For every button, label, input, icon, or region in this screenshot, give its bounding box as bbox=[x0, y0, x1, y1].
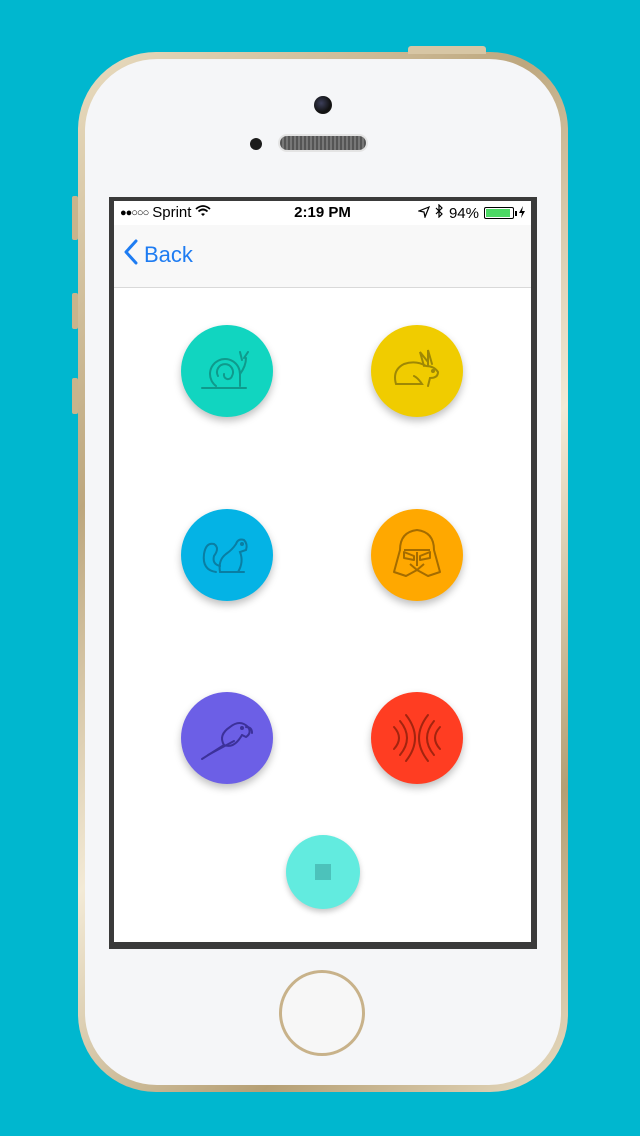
stop-icon bbox=[315, 864, 331, 880]
volume-up-button bbox=[72, 293, 78, 329]
volume-down-button bbox=[72, 378, 78, 414]
snail-icon bbox=[201, 351, 249, 389]
navigation-bar: Back bbox=[114, 225, 531, 288]
back-button[interactable]: Back bbox=[124, 239, 193, 271]
screen-bezel: ●●○○○ Sprint 2:19 PM 94% Back bbox=[109, 197, 537, 949]
chevron-left-icon bbox=[124, 239, 138, 271]
rabbit-icon bbox=[394, 349, 440, 387]
battery-icon bbox=[484, 207, 517, 219]
front-camera bbox=[314, 96, 332, 114]
app-screen: ●●○○○ Sprint 2:19 PM 94% Back bbox=[114, 201, 531, 942]
power-button bbox=[408, 46, 486, 54]
echo-icon bbox=[393, 714, 441, 762]
stop-button[interactable] bbox=[286, 835, 360, 909]
parrot-icon bbox=[201, 722, 253, 760]
rabbit-button[interactable] bbox=[371, 325, 463, 417]
mute-switch bbox=[72, 196, 78, 240]
earpiece-speaker bbox=[280, 136, 366, 150]
status-bar: ●●○○○ Sprint 2:19 PM 94% bbox=[114, 201, 531, 225]
home-button bbox=[279, 970, 365, 1056]
proximity-sensor bbox=[250, 138, 262, 150]
bluetooth-icon bbox=[435, 203, 444, 222]
snail-button[interactable] bbox=[181, 325, 273, 417]
battery-percent: 94% bbox=[448, 204, 479, 222]
back-label: Back bbox=[144, 242, 193, 267]
darth-vader-icon bbox=[393, 529, 441, 577]
location-icon bbox=[416, 205, 431, 222]
echo-button[interactable] bbox=[371, 692, 463, 784]
parrot-button[interactable] bbox=[181, 692, 273, 784]
charging-icon bbox=[519, 205, 525, 222]
squirrel-button[interactable] bbox=[181, 509, 273, 601]
darth-vader-button[interactable] bbox=[371, 509, 463, 601]
squirrel-icon bbox=[202, 538, 248, 573]
